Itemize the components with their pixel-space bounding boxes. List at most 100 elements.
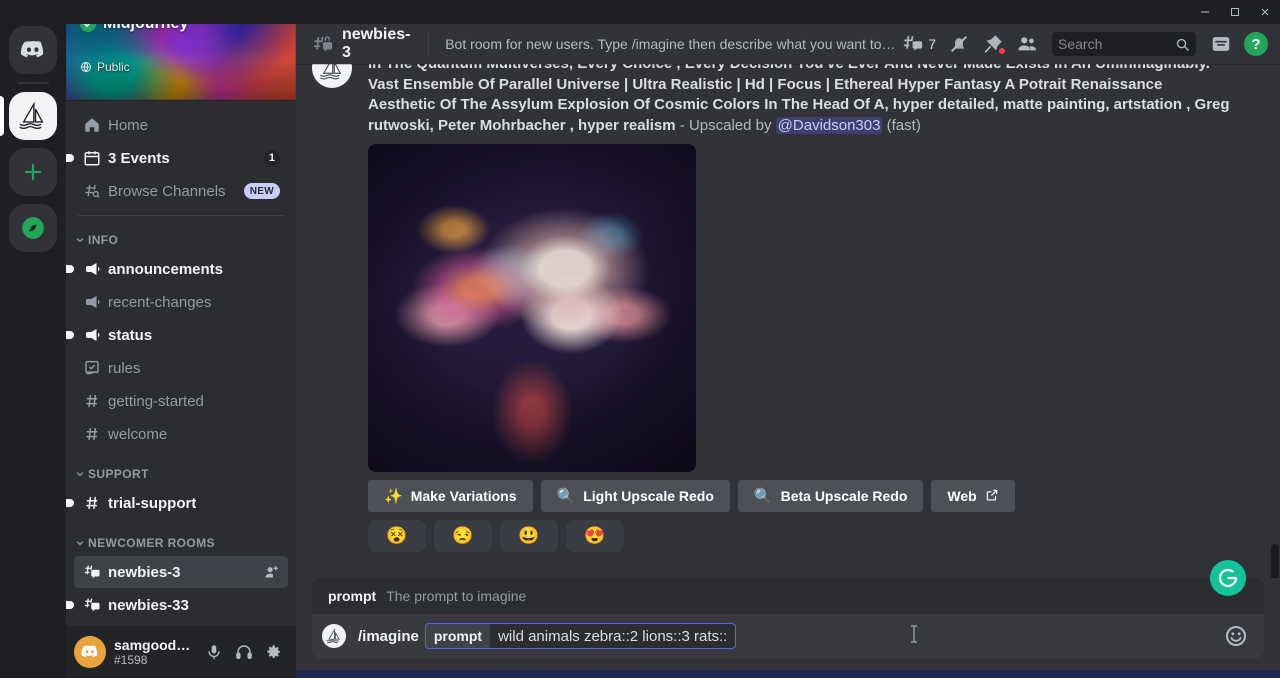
- reaction-grinning-emoji: 😃: [518, 526, 539, 546]
- emoji-icon[interactable]: [1224, 624, 1248, 648]
- chevron-down-icon: [74, 234, 86, 246]
- page-title: newbies-3: [342, 26, 412, 62]
- unread-indicator: [66, 601, 74, 609]
- external-link-icon: [985, 488, 999, 505]
- sidebar-item-events-label: 3 Events: [108, 150, 170, 167]
- speed-label: (fast): [887, 117, 921, 134]
- user-tag: #1598: [114, 653, 194, 667]
- beta-upscale-redo-button[interactable]: 🔍 Beta Upscale Redo: [738, 480, 924, 512]
- header-actions: 7: [898, 32, 1272, 56]
- unread-indicator: [66, 265, 74, 273]
- message-scrollbar[interactable]: [1271, 544, 1279, 578]
- close-icon[interactable]: [1250, 0, 1280, 24]
- gear-icon[interactable]: [260, 638, 288, 666]
- category-label: NEWCOMER ROOMS: [88, 536, 215, 550]
- category-header-newcomer-rooms[interactable]: NEWCOMER ROOMS: [66, 531, 296, 555]
- search-placeholder: Search: [1058, 36, 1102, 52]
- sidebar-item-announcements[interactable]: announcements: [74, 253, 288, 285]
- make-variations-label: Make Variations: [411, 488, 517, 504]
- command-option-chip[interactable]: prompt wild animals zebra::2 lions::3 ra…: [425, 623, 736, 649]
- autocomplete-description: The prompt to imagine: [386, 588, 526, 604]
- cosmic-portrait-artwork: [368, 144, 696, 472]
- command-option-value: wild animals zebra::2 lions::3 rats::: [490, 628, 735, 645]
- add-server-button[interactable]: [0, 144, 66, 200]
- sidebar-item-rules-label: rules: [108, 360, 141, 377]
- sidebar-item-status-label: status: [108, 327, 152, 344]
- reaction-grinning[interactable]: 😃: [500, 520, 558, 552]
- channel-sidebar: Midjourney Public Home: [66, 0, 296, 678]
- headphones-icon[interactable]: [230, 638, 258, 666]
- sidebar-item-browse-channels[interactable]: Browse Channels NEW: [74, 175, 288, 207]
- magnifier-icon: 🔍: [557, 487, 576, 505]
- sidebar-divider: [78, 215, 284, 216]
- light-upscale-redo-button[interactable]: 🔍 Light Upscale Redo: [541, 480, 730, 512]
- message-separator: -: [676, 117, 689, 134]
- maximize-icon[interactable]: [1220, 0, 1250, 24]
- globe-icon: [80, 61, 92, 73]
- unread-indicator: [66, 499, 74, 507]
- sidebar-item-newbies-33[interactable]: newbies-33: [74, 589, 288, 621]
- new-badge: NEW: [244, 183, 280, 199]
- pin-alert-dot: [998, 47, 1006, 55]
- generated-image[interactable]: [368, 144, 696, 472]
- chevron-down-icon: [74, 468, 86, 480]
- server-item-direct-messages[interactable]: [0, 22, 66, 78]
- sidebar-item-events[interactable]: 3 Events 1: [74, 142, 288, 174]
- bell-off-icon[interactable]: [944, 32, 974, 56]
- discord-app-window: Discord: [0, 0, 1280, 678]
- compass-icon: [9, 204, 57, 252]
- forum-locked-icon: [312, 33, 334, 55]
- sidebar-item-welcome[interactable]: welcome: [74, 418, 288, 450]
- hash-icon: [82, 391, 102, 411]
- reaction-frowning[interactable]: 😒: [434, 520, 492, 552]
- inbox-icon[interactable]: [1206, 32, 1236, 56]
- sidebar-item-rules[interactable]: rules: [74, 352, 288, 384]
- minimize-icon[interactable]: [1190, 0, 1220, 24]
- make-variations-button[interactable]: ✨ Make Variations: [368, 480, 533, 512]
- calendar-icon: [82, 148, 102, 168]
- rules-icon: [82, 358, 102, 378]
- help-icon[interactable]: ?: [1240, 32, 1272, 56]
- reaction-heart-eyes[interactable]: 😍: [566, 520, 624, 552]
- help-icon-label: ?: [1244, 32, 1268, 56]
- midjourney-bot-avatar[interactable]: [312, 64, 352, 88]
- forum-icon: [82, 595, 102, 615]
- threads-count: 7: [928, 36, 936, 52]
- sidebar-item-newbies-3[interactable]: newbies-3: [74, 556, 288, 588]
- reaction-dizzy[interactable]: 😵: [368, 520, 426, 552]
- category-header-support[interactable]: SUPPORT: [66, 462, 296, 486]
- user-mention[interactable]: @Davidson303: [776, 117, 883, 134]
- search-input[interactable]: Search: [1052, 32, 1196, 56]
- avatar[interactable]: [74, 636, 106, 668]
- members-icon[interactable]: [1012, 32, 1042, 56]
- message-action-buttons: ✨ Make Variations 🔍 Light Upscale Redo 🔍…: [368, 480, 1232, 512]
- threads-icon[interactable]: 7: [898, 32, 940, 56]
- channel-topic: Bot room for new users. Type /imagine th…: [445, 36, 898, 52]
- grammarly-icon[interactable]: [1210, 560, 1246, 596]
- sidebar-item-trial-support[interactable]: trial-support: [74, 487, 288, 519]
- home-icon: [82, 115, 102, 135]
- web-button[interactable]: Web: [931, 480, 1014, 512]
- guild-privacy: Public: [80, 60, 130, 74]
- microphone-icon[interactable]: [200, 638, 228, 666]
- pin-icon[interactable]: [978, 32, 1008, 56]
- sidebar-item-browse-channels-label: Browse Channels: [108, 183, 226, 200]
- add-member-icon[interactable]: [263, 564, 280, 581]
- command-autocomplete: prompt The prompt to imagine: [312, 578, 1264, 614]
- message-composer[interactable]: /imagine prompt wild animals zebra::2 li…: [312, 614, 1264, 658]
- server-item-midjourney[interactable]: [0, 88, 66, 144]
- announcement-icon: [82, 259, 102, 279]
- explore-servers-button[interactable]: [0, 200, 66, 256]
- category-header-info[interactable]: INFO: [66, 228, 296, 252]
- sidebar-item-getting-started[interactable]: getting-started: [74, 385, 288, 417]
- hash-icon: [82, 493, 102, 513]
- channel-list: Home 3 Events 1 B: [66, 100, 296, 626]
- user-meta: samgoodw... #1598: [114, 637, 194, 667]
- search-icon: [1175, 37, 1190, 52]
- header-divider: [428, 32, 429, 56]
- category-label: INFO: [88, 233, 118, 247]
- sidebar-item-status[interactable]: status: [74, 319, 288, 351]
- sidebar-item-recent-changes[interactable]: recent-changes: [74, 286, 288, 318]
- sidebar-item-home[interactable]: Home: [74, 109, 288, 141]
- sidebar-item-recent-changes-label: recent-changes: [108, 294, 211, 311]
